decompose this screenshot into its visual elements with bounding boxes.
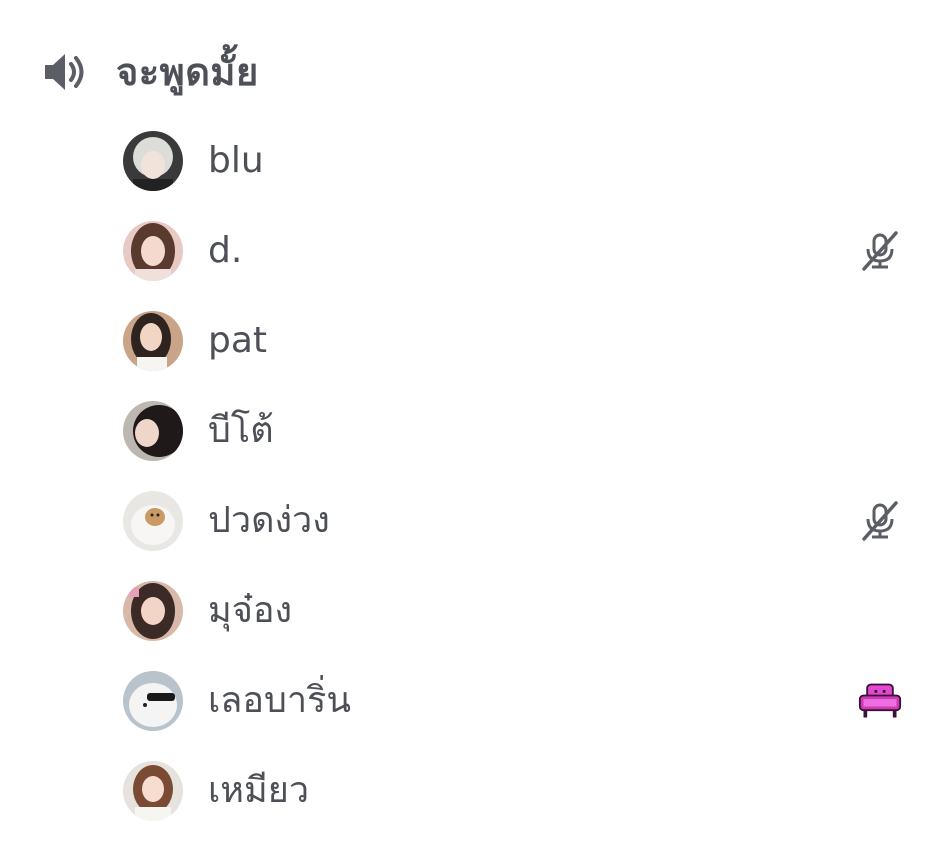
username: เหมียว xyxy=(208,770,310,811)
avatar xyxy=(123,491,183,551)
username: เลอบาริ่น xyxy=(208,680,351,721)
channel-name: จะพูดมั้ย xyxy=(116,50,259,94)
voice-user-row[interactable]: บีโต้ xyxy=(120,386,920,476)
voice-user-row[interactable]: d. xyxy=(120,206,920,296)
username: ปวดง่วง xyxy=(208,500,330,541)
avatar xyxy=(123,671,183,731)
username: d. xyxy=(208,230,243,271)
muted-mic-icon xyxy=(858,229,902,273)
pink-couch-emoji xyxy=(858,679,902,723)
muted-mic-icon xyxy=(858,499,902,543)
avatar xyxy=(123,761,183,821)
avatar xyxy=(123,401,183,461)
avatar xyxy=(123,311,183,371)
voice-user-row[interactable]: ปวดง่วง xyxy=(120,476,920,566)
speaker-icon xyxy=(40,47,90,97)
username: pat xyxy=(208,320,268,361)
voice-user-row[interactable]: มุจ๋อง xyxy=(120,566,920,656)
voice-user-row[interactable]: เหมียว xyxy=(120,746,920,836)
avatar xyxy=(123,221,183,281)
voice-user-list: blu d. pat บีโต้ ปวดง่วง มุจ๋อง เลอบาริ่… xyxy=(120,116,920,836)
voice-user-row[interactable]: เลอบาริ่น xyxy=(120,656,920,746)
username: บีโต้ xyxy=(208,410,274,451)
username: มุจ๋อง xyxy=(208,590,293,631)
avatar xyxy=(123,581,183,641)
voice-user-row[interactable]: blu xyxy=(120,116,920,206)
voice-user-row[interactable]: pat xyxy=(120,296,920,386)
username: blu xyxy=(208,140,264,181)
voice-channel-header[interactable]: จะพูดมั้ย xyxy=(40,42,259,102)
avatar xyxy=(123,131,183,191)
